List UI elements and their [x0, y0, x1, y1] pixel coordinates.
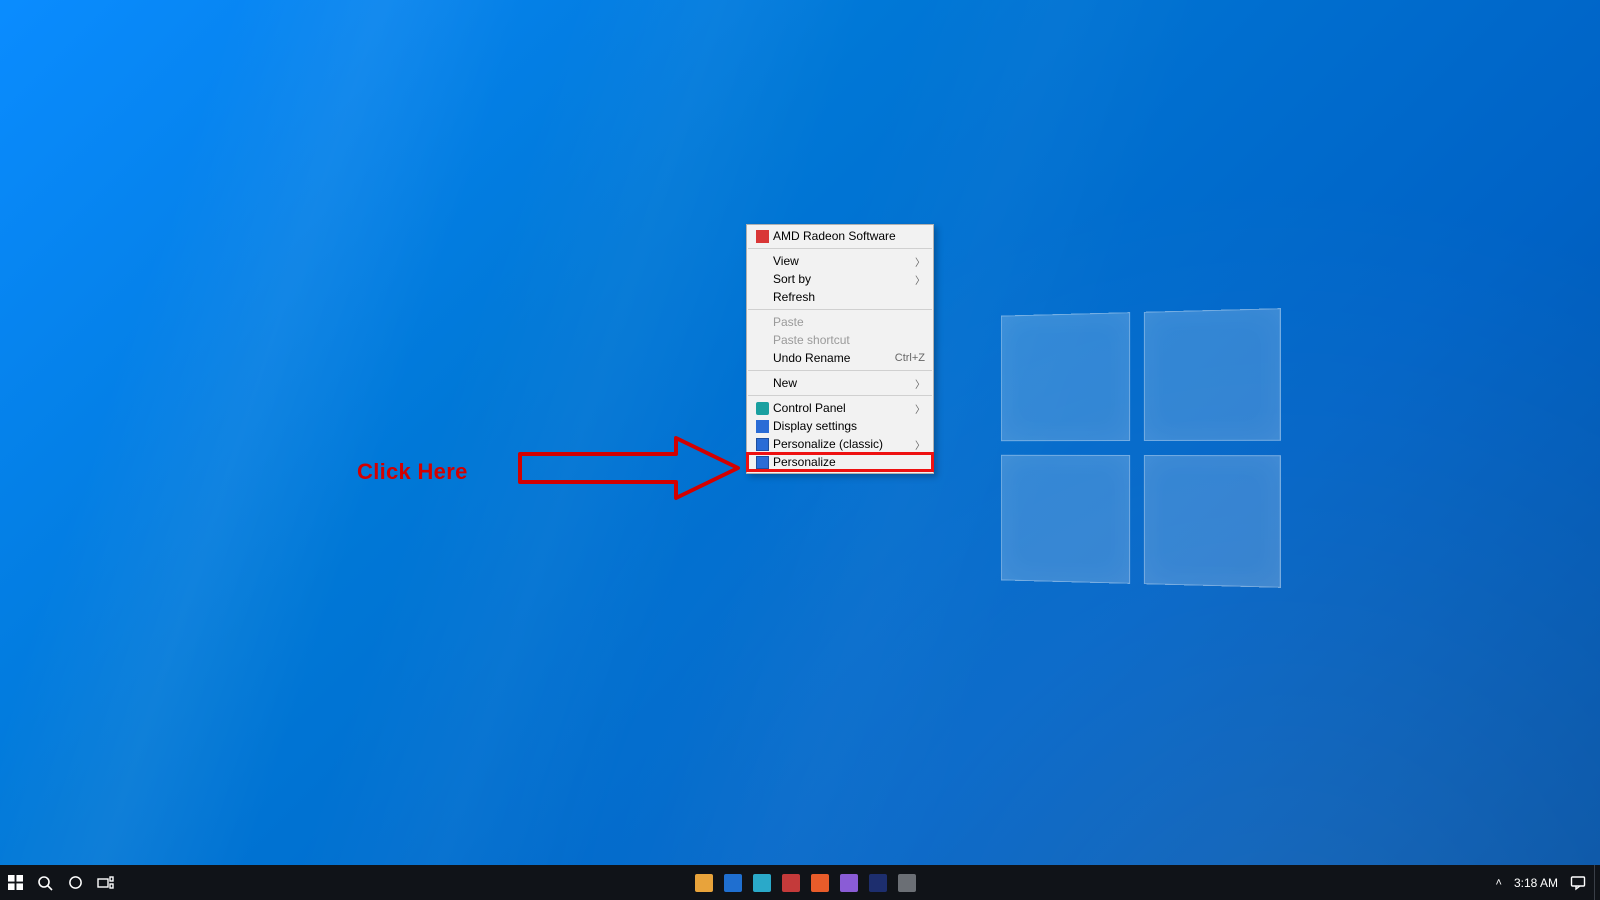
desktop[interactable]: AMD Radeon Software View 〉 Sort by 〉 Ref… — [0, 0, 1600, 900]
menu-item-paste: Paste — [747, 313, 933, 331]
personalize-icon — [753, 456, 771, 469]
submenu-arrow-icon: 〉 — [915, 437, 925, 452]
firefox-icon — [840, 874, 858, 892]
annotation-text: Click Here — [357, 459, 468, 485]
control-panel-icon — [753, 402, 771, 415]
amd-icon — [753, 230, 771, 243]
windows-logo-wallpaper — [1001, 308, 1281, 588]
menu-item-label: New — [771, 376, 911, 390]
desktop-context-menu: AMD Radeon Software View 〉 Sort by 〉 Ref… — [746, 224, 934, 474]
search-icon — [37, 875, 53, 891]
cortana-button[interactable] — [60, 865, 90, 900]
pinned-app-brave[interactable] — [807, 870, 833, 896]
menu-item-paste-shortcut: Paste shortcut — [747, 331, 933, 349]
menu-item-personalize[interactable]: Personalize — [747, 453, 933, 471]
menu-item-accel: Ctrl+Z — [895, 352, 925, 364]
menu-item-label: AMD Radeon Software — [771, 229, 925, 243]
menu-item-label: Refresh — [771, 290, 925, 304]
submenu-arrow-icon: 〉 — [915, 401, 925, 416]
opera-icon — [782, 874, 800, 892]
photoshop-icon — [869, 874, 887, 892]
pinned-app-firefox[interactable] — [836, 870, 862, 896]
file-explorer-icon — [695, 874, 713, 892]
pinned-app-file-explorer[interactable] — [691, 870, 717, 896]
menu-item-new[interactable]: New 〉 — [747, 374, 933, 392]
pinned-app-mail[interactable] — [720, 870, 746, 896]
menu-item-personalize-classic[interactable]: Personalize (classic) 〉 — [747, 435, 933, 453]
tray-overflow-button[interactable]: ˄ — [1496, 877, 1502, 889]
show-desktop-button[interactable] — [1594, 865, 1600, 900]
menu-separator — [748, 309, 932, 310]
menu-separator — [748, 395, 932, 396]
brave-icon — [811, 874, 829, 892]
search-button[interactable] — [30, 865, 60, 900]
menu-item-view[interactable]: View 〉 — [747, 252, 933, 270]
menu-item-label: Personalize (classic) — [771, 437, 911, 451]
menu-item-label: Sort by — [771, 272, 911, 286]
start-button[interactable] — [0, 865, 30, 900]
task-view-icon — [97, 876, 114, 890]
system-tray: ˄ 3:18 AM — [1492, 875, 1594, 891]
taskbar: ˄ 3:18 AM — [0, 865, 1600, 900]
display-icon — [753, 420, 771, 433]
menu-item-control-panel[interactable]: Control Panel 〉 — [747, 399, 933, 417]
menu-item-label: View — [771, 254, 911, 268]
menu-item-label: Undo Rename — [771, 351, 895, 365]
menu-item-label: Personalize — [771, 455, 925, 469]
pinned-app-opera[interactable] — [778, 870, 804, 896]
windows-start-icon — [8, 875, 23, 890]
submenu-arrow-icon: 〉 — [915, 272, 925, 287]
menu-item-label: Display settings — [771, 419, 925, 433]
task-view-button[interactable] — [90, 865, 120, 900]
action-center-icon[interactable] — [1570, 875, 1586, 891]
cortana-icon — [68, 875, 83, 890]
menu-item-label: Paste — [771, 315, 925, 329]
annotation-arrow-icon — [516, 432, 744, 504]
menu-item-sort-by[interactable]: Sort by 〉 — [747, 270, 933, 288]
menu-item-label: Paste shortcut — [771, 333, 925, 347]
taskbar-clock[interactable]: 3:18 AM — [1514, 877, 1558, 889]
wallpaper-streak — [0, 0, 569, 900]
menu-separator — [748, 370, 932, 371]
menu-item-amd-radeon[interactable]: AMD Radeon Software — [747, 227, 933, 245]
mail-icon — [724, 874, 742, 892]
pinned-app-photoshop[interactable] — [865, 870, 891, 896]
menu-item-display-settings[interactable]: Display settings — [747, 417, 933, 435]
menu-separator — [748, 248, 932, 249]
edge-icon — [753, 874, 771, 892]
submenu-arrow-icon: 〉 — [915, 376, 925, 391]
personalize-classic-icon — [753, 438, 771, 451]
downloads-icon — [898, 874, 916, 892]
pinned-app-downloads[interactable] — [894, 870, 920, 896]
menu-item-label: Control Panel — [771, 401, 911, 415]
taskbar-pinned-apps — [691, 870, 920, 896]
pinned-app-edge[interactable] — [749, 870, 775, 896]
menu-item-refresh[interactable]: Refresh — [747, 288, 933, 306]
menu-item-undo-rename[interactable]: Undo Rename Ctrl+Z — [747, 349, 933, 367]
submenu-arrow-icon: 〉 — [915, 254, 925, 269]
